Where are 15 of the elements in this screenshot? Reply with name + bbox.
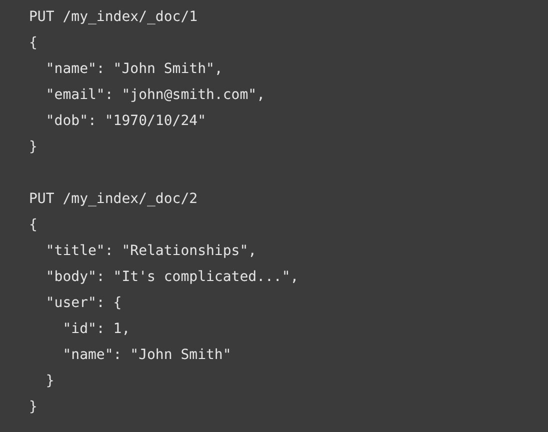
code-line: "dob": "1970/10/24"	[44, 112, 206, 131]
code-line: {	[29, 34, 38, 53]
code-line: "body": "It's complicated...",	[44, 268, 299, 287]
code-line: PUT /my_index/_doc/1	[29, 8, 198, 27]
code-line: "email": "john@smith.com",	[44, 86, 266, 105]
code-line: PUT /my_index/_doc/2	[29, 190, 198, 209]
code-line: }	[29, 138, 38, 157]
code-line: {	[29, 216, 38, 235]
code-line: "name": "John Smith"	[62, 346, 232, 365]
code-line: "title": "Relationships",	[44, 242, 257, 261]
code-line: }	[29, 398, 38, 417]
code-line: "id": 1,	[62, 320, 130, 339]
code-line: "name": "John Smith",	[44, 60, 223, 79]
code-line: "user": {	[44, 294, 122, 313]
code-line: }	[44, 372, 54, 391]
